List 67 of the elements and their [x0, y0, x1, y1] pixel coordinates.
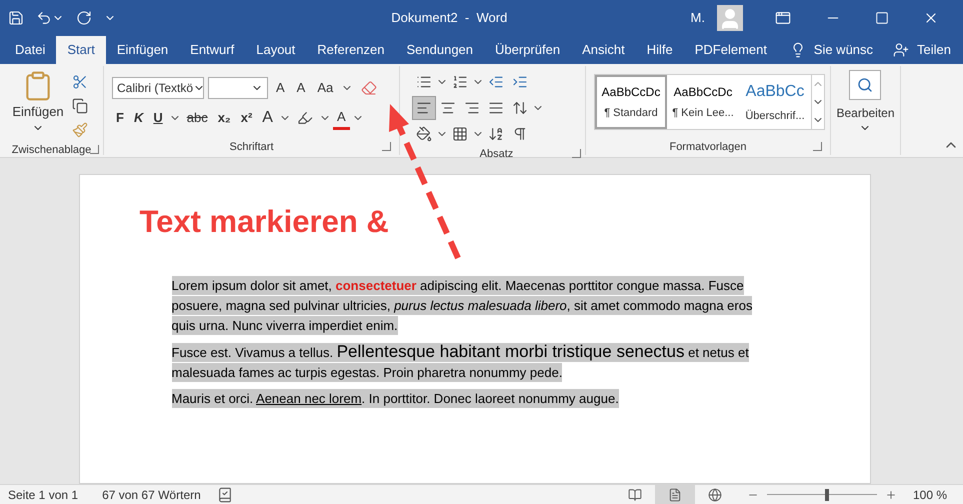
share-icon[interactable]	[893, 42, 910, 58]
document-heading: Text markieren &	[140, 203, 390, 241]
save-icon[interactable]	[8, 10, 24, 26]
style-gallery-item[interactable]: AaBbCcDc ¶ Standard	[595, 75, 667, 129]
style-gallery-item[interactable]: AaBbCc Überschrif...	[739, 75, 811, 129]
align-icon	[440, 100, 456, 116]
zoom-in-icon[interactable]	[884, 488, 897, 500]
redo-icon[interactable]	[76, 10, 92, 26]
grow-font-button[interactable]: A	[272, 76, 289, 100]
superscript-button[interactable]: x²	[236, 106, 256, 130]
document-paragraph: Mauris et orci. Aenean nec lorem. In porttitor. Donec laoreet nonummy augue.	[172, 388, 620, 408]
dialog-launcher-icon[interactable]	[813, 142, 822, 151]
ribbon-tab[interactable]: Start	[56, 36, 106, 64]
italic-button[interactable]: K	[130, 106, 148, 130]
window-title: Dokument2 - Word	[390, 9, 508, 28]
tell-me-field[interactable]: Sie wünsc	[814, 40, 874, 60]
view-button[interactable]	[654, 484, 695, 504]
share-button[interactable]: Teilen	[917, 40, 951, 60]
text-effects-button[interactable]: A	[258, 106, 277, 130]
view-icon	[668, 488, 682, 502]
zoom-slider-thumb[interactable]	[825, 488, 830, 500]
ribbon-display-icon[interactable]	[775, 10, 791, 26]
bold-button[interactable]: F	[112, 106, 128, 130]
document-paragraph: Lorem ipsum dolor sit amet, consectetuer adipiscing elit. Maecenas porttitor congue massa. Fusce posuere, magna sed pulvinar ultricies, purus lectus malesuada libero, sit amet commodo magna eros quis urna. Nunc viverra imperdiet enim.	[172, 276, 754, 336]
ribbon-tab[interactable]: Layout	[245, 36, 306, 64]
align-icon	[464, 100, 480, 116]
word-count[interactable]: 67 von 67 Wörtern	[102, 486, 201, 504]
search-icon	[857, 77, 874, 93]
view-icon	[708, 488, 722, 502]
ribbon-tab[interactable]: Hilfe	[636, 36, 684, 64]
ribbon-tab[interactable]: Einfügen	[106, 36, 180, 64]
dialog-launcher-icon[interactable]	[572, 149, 581, 158]
document-paragraph: Fusce est. Vivamus a tellus. Pellentesque habitant morbi tristique senectus et netus et malesuada fames ac turpis egestas. Proin pharetra nonummy pede.	[172, 342, 750, 382]
view-icon	[628, 488, 642, 502]
align-icon	[488, 100, 504, 116]
ribbon-tab[interactable]: Referenzen	[306, 36, 396, 64]
group-label: Schriftart	[229, 140, 274, 155]
proofing-icon[interactable]	[216, 486, 233, 502]
ribbon-tab[interactable]: Überprüfen	[484, 36, 572, 64]
group-label: Absatz	[480, 146, 514, 162]
paste-button[interactable]: Einfügen	[12, 70, 64, 134]
group-label: Formatvorlagen	[669, 140, 747, 155]
font-color-button[interactable]: A	[332, 106, 350, 130]
ribbon-tab[interactable]: Entwurf	[179, 36, 246, 64]
editing-button[interactable]: Bearbeiten	[836, 70, 895, 134]
dialog-launcher-icon[interactable]	[90, 145, 99, 154]
change-case-button[interactable]: Aa	[313, 76, 338, 100]
ribbon-tab[interactable]: PDFelement	[684, 36, 778, 64]
align-icon	[416, 100, 432, 116]
undo-icon[interactable]	[36, 10, 52, 26]
strikethrough-button[interactable]: abc	[182, 106, 212, 130]
subscript-button[interactable]: x₂	[214, 106, 235, 130]
ribbon-tab[interactable]: Ansicht	[571, 36, 636, 64]
maximize-icon[interactable]	[875, 11, 889, 25]
dialog-launcher-icon[interactable]	[382, 142, 391, 151]
page-count[interactable]: Seite 1 von 1	[8, 486, 78, 504]
underline-button[interactable]: U	[149, 106, 167, 130]
ribbon-tab[interactable]: Sendungen	[396, 36, 484, 64]
style-gallery-item[interactable]: AaBbCcDc ¶ Kein Lee...	[667, 75, 739, 129]
zoom-level[interactable]: 100 %	[912, 486, 947, 504]
group-label: Zwischenablage	[12, 142, 92, 158]
shrink-font-button[interactable]: A	[292, 76, 310, 100]
zoom-slider[interactable]	[766, 488, 877, 500]
font-name-dropdown[interactable]: Calibri (Textkö	[112, 77, 204, 99]
align-button[interactable]	[412, 96, 436, 120]
user-name: M.	[690, 9, 705, 28]
ribbon-tab[interactable]: Datei	[4, 36, 56, 64]
